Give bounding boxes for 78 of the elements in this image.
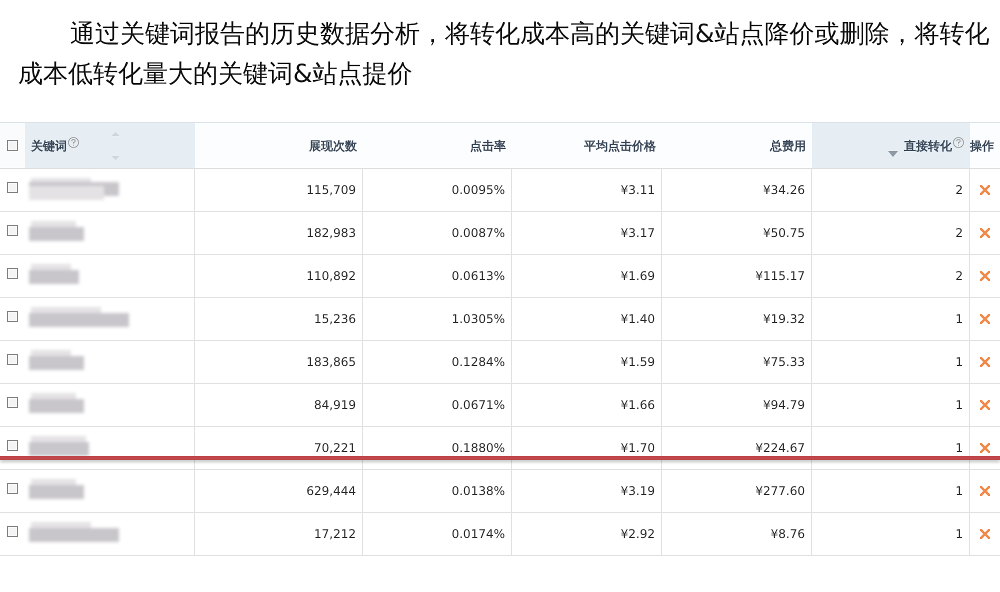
table-cell-text: 0.0613%: [452, 268, 505, 285]
table-cell-text: ¥19.32: [763, 311, 805, 328]
delete-icon[interactable]: [980, 443, 990, 453]
table-cell-text: 17,212: [314, 526, 356, 543]
table-cell-text: 2: [955, 182, 963, 199]
checkbox[interactable]: [7, 354, 18, 364]
table-cell-text: 1: [955, 526, 963, 543]
header-label: 展现次数: [309, 138, 357, 154]
table-cell-text: 1.0305%: [452, 311, 505, 328]
sort-down-icon[interactable]: [888, 151, 898, 157]
table-cell-text: 1: [955, 311, 963, 328]
table-cell-text: 0.0138%: [452, 483, 505, 500]
table-cell-text: ¥94.79: [763, 397, 805, 414]
table-cell-text: 2: [955, 225, 963, 242]
delete-icon[interactable]: [980, 314, 990, 324]
sort-icon[interactable]: [111, 131, 120, 161]
table-cell-text: ¥2.92: [620, 526, 655, 543]
table-cell-text: ¥115.17: [755, 268, 805, 285]
checkbox[interactable]: [7, 224, 18, 236]
help-icon[interactable]: [953, 137, 964, 148]
table-cell-text: ¥1.69: [620, 268, 655, 285]
table-cell-text: 1: [955, 483, 963, 500]
checkbox[interactable]: [7, 182, 18, 192]
table-cell-text: ¥8.76: [770, 526, 805, 543]
table-cell-text: 1: [955, 397, 963, 414]
checkbox[interactable]: [7, 482, 18, 494]
table-cell-text: 1: [955, 354, 963, 371]
table-cell-text: 1: [955, 440, 963, 457]
delete-icon[interactable]: [980, 185, 990, 195]
checkbox[interactable]: [7, 440, 18, 450]
table-cell-text: 0.0095%: [452, 182, 505, 199]
header-label: 操作: [970, 138, 994, 154]
table-cell-text: ¥3.17: [620, 225, 655, 242]
column-header[interactable]: 关键词: [25, 123, 195, 168]
table-cell-text: ¥224.67: [755, 440, 805, 457]
header-label: 总费用: [770, 138, 806, 154]
delete-icon[interactable]: [980, 228, 990, 238]
table-cell-text: 182,983: [306, 225, 356, 242]
table-cell-text: ¥34.26: [763, 182, 805, 199]
table-cell-text: 115,709: [306, 182, 356, 199]
checkbox[interactable]: [7, 310, 18, 322]
table-cell-text: 2: [955, 268, 963, 285]
checkbox[interactable]: [7, 268, 18, 278]
table-cell-text: 183,865: [306, 354, 356, 371]
table-cell-text: ¥3.11: [620, 182, 655, 199]
table-cell-text: 0.0087%: [452, 225, 505, 242]
table-cell-text: 629,444: [306, 483, 356, 500]
table-cell-text: 0.1880%: [452, 440, 505, 457]
checkbox[interactable]: [7, 526, 18, 536]
delete-icon[interactable]: [980, 400, 990, 410]
table-cell-text: 110,892: [306, 268, 356, 285]
table-cell-text: 84,919: [314, 397, 356, 414]
header-label: 点击率: [470, 138, 506, 154]
header-label: 关键词: [31, 138, 67, 154]
table-cell-text: ¥3.19: [620, 483, 655, 500]
table-cell-text: 70,221: [314, 440, 356, 457]
caption: 通过关键词报告的历史数据分析，将转化成本高的关键词&站点降价或删除，将转化成本低转化量大的关键词&站点提价: [17, 18, 990, 90]
help-icon[interactable]: [68, 137, 79, 148]
checkbox[interactable]: [7, 396, 18, 408]
table-cell-text: ¥1.70: [620, 440, 655, 457]
delete-icon[interactable]: [980, 529, 990, 539]
table-cell-text: ¥1.59: [620, 354, 655, 371]
header-label: 直接转化: [904, 138, 952, 154]
delete-icon[interactable]: [980, 486, 990, 496]
table-cell-text: 0.0174%: [452, 526, 505, 543]
delete-icon[interactable]: [980, 271, 990, 281]
table-cell-text: ¥75.33: [763, 354, 805, 371]
table-cell-text: 0.1284%: [452, 354, 505, 371]
table-cell-text: 15,236: [314, 311, 356, 328]
table-cell-text: ¥1.40: [620, 311, 655, 328]
table-cell-text: ¥277.60: [755, 483, 805, 500]
column-header[interactable]: 直接转化: [812, 123, 970, 168]
table-cell-text: ¥1.66: [620, 397, 655, 414]
header-label: 平均点击价格: [584, 138, 656, 154]
table-cell-text: 0.0671%: [452, 397, 505, 414]
checkbox[interactable]: [7, 140, 18, 151]
table-cell-text: ¥50.75: [763, 225, 805, 242]
delete-icon[interactable]: [980, 357, 990, 367]
